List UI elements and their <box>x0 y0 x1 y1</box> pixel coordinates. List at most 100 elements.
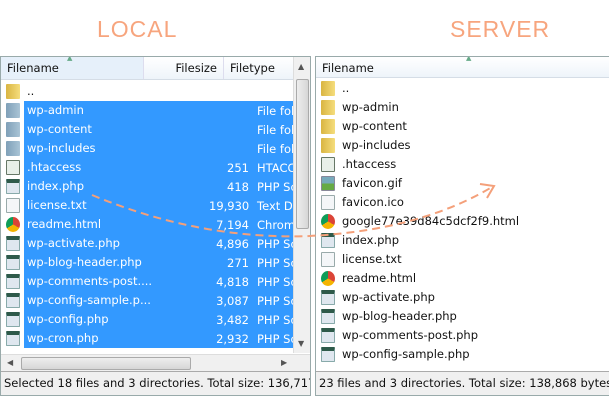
file-icon <box>6 198 20 213</box>
local-file-pane: ▲ Filename Filesize Filetype .. wp-admin Fi… <box>0 56 311 396</box>
file-row[interactable]: wp-admin File folder <box>1 101 310 120</box>
file-row[interactable]: license.txt <box>316 250 522 269</box>
row-cells: favicon.ico <box>339 193 407 212</box>
php-file-icon <box>321 233 335 248</box>
scroll-left-icon[interactable]: ◀ <box>7 358 13 367</box>
file-row[interactable]: wp-activate.php <box>316 288 522 307</box>
file-size: 3,087 <box>216 293 249 308</box>
file-row[interactable]: index.php 418 PHP Script <box>1 177 310 196</box>
local-status-bar: Selected 18 files and 3 directories. Tot… <box>1 371 310 395</box>
php-file-icon <box>6 331 20 346</box>
chrome-file-icon <box>321 214 335 229</box>
row-cells: license.txt <box>339 250 405 269</box>
file-row[interactable]: wp-config-sample.p... 3,087 PHP Script <box>1 291 310 310</box>
row-cells: wp-comments-post.php <box>339 326 481 345</box>
file-row[interactable]: wp-config-sample.php <box>316 345 522 364</box>
file-row[interactable]: wp-includes File folder <box>1 139 310 158</box>
scroll-right-icon[interactable]: ▶ <box>281 358 287 367</box>
image-file-icon <box>321 176 335 191</box>
file-name: wp-comments-post.... <box>27 274 153 288</box>
file-name: wp-config-sample.php <box>342 347 470 361</box>
local-column-header: ▲ Filename Filesize Filetype <box>1 57 310 80</box>
scroll-down-icon[interactable]: ▼ <box>298 339 304 348</box>
file-row[interactable]: .. <box>1 82 310 101</box>
file-name: wp-activate.php <box>342 290 435 304</box>
h-scroll-thumb[interactable] <box>21 357 191 370</box>
file-row[interactable]: wp-blog-header.php <box>316 307 522 326</box>
row-cells: .. <box>24 82 310 101</box>
file-row[interactable]: readme.html <box>316 269 522 288</box>
column-label: Filename <box>7 61 59 75</box>
file-size: 271 <box>227 255 249 270</box>
file-row[interactable]: .htaccess251HTACCESS <box>1 158 310 177</box>
row-cells: wp-admin <box>339 98 402 117</box>
file-name: wp-admin <box>342 100 399 114</box>
file-name: wp-config.php <box>27 312 109 326</box>
row-cells: wp-content <box>339 117 410 136</box>
file-icon <box>6 160 20 175</box>
file-name: .htaccess <box>27 160 82 174</box>
scroll-up-icon[interactable]: ▲ <box>298 62 304 71</box>
column-filename[interactable]: ▲ Filename <box>316 57 609 77</box>
php-file-icon <box>321 290 335 305</box>
file-row[interactable]: favicon.ico <box>316 193 522 212</box>
row-cells: wp-config-sample.php <box>339 345 473 364</box>
php-file-icon <box>321 347 335 362</box>
row-cells: wp-activate.php <box>339 288 438 307</box>
row-cells: index.php 418 PHP Script <box>24 177 310 196</box>
vertical-scrollbar[interactable]: ▲ ▼ <box>293 57 310 353</box>
column-filename[interactable]: ▲ Filename <box>1 57 144 79</box>
horizontal-scrollbar[interactable]: ◀ ▶ <box>1 354 310 371</box>
file-name: license.txt <box>342 252 402 266</box>
row-cells: favicon.gif <box>339 174 405 193</box>
file-row[interactable]: wp-admin <box>316 98 522 117</box>
file-row[interactable]: wp-config.php 3,482 PHP Script <box>1 310 310 329</box>
row-cells: wp-activate.php 4,896 PHP Script <box>24 234 310 253</box>
file-row[interactable]: wp-includes <box>316 136 522 155</box>
folder-icon <box>321 100 335 115</box>
file-row[interactable]: readme.html7,194Chrome HT <box>1 215 310 234</box>
file-name: favicon.ico <box>342 195 404 209</box>
folder-icon <box>321 138 335 153</box>
file-row[interactable]: favicon.gif <box>316 174 522 193</box>
file-row[interactable]: .. <box>316 79 522 98</box>
php-file-icon <box>6 274 20 289</box>
file-row[interactable]: google77e39d84c5dcf2f9.html <box>316 212 522 231</box>
file-name: wp-content <box>342 119 407 133</box>
row-cells: index.php <box>339 231 402 250</box>
file-row[interactable]: wp-comments-post.php <box>316 326 522 345</box>
server-column-header: ▲ Filename <box>316 57 609 78</box>
php-file-icon <box>6 255 20 270</box>
row-cells: wp-includes <box>339 136 414 155</box>
folder-icon <box>6 122 20 137</box>
php-file-icon <box>6 236 20 251</box>
file-name: wp-admin <box>27 103 84 117</box>
folder-icon <box>6 103 20 118</box>
row-cells: wp-blog-header.php 271 PHP Script <box>24 253 310 272</box>
file-row[interactable]: wp-activate.php 4,896 PHP Script <box>1 234 310 253</box>
file-row[interactable]: index.php <box>316 231 522 250</box>
column-filesize[interactable]: Filesize <box>144 57 224 79</box>
file-row[interactable]: wp-comments-post.... 4,818 PHP Script <box>1 272 310 291</box>
php-file-icon <box>6 293 20 308</box>
row-cells: wp-comments-post.... 4,818 PHP Script <box>24 272 310 291</box>
file-name: wp-blog-header.php <box>27 255 142 269</box>
file-row[interactable]: wp-blog-header.php 271 PHP Script <box>1 253 310 272</box>
file-size: 7,194 <box>216 217 249 232</box>
server-label: SERVER <box>450 16 551 42</box>
folder-icon <box>6 141 20 156</box>
file-size: 251 <box>227 160 249 175</box>
file-row[interactable]: wp-content <box>316 117 522 136</box>
local-label: LOCAL <box>97 16 178 42</box>
file-row[interactable]: .htaccess <box>316 155 522 174</box>
sort-up-icon: ▲ <box>67 56 73 62</box>
file-row[interactable]: license.txt19,930Text Docu... <box>1 196 310 215</box>
column-filetype[interactable]: Filetype <box>224 57 294 79</box>
file-row[interactable]: wp-content File folder <box>1 120 310 139</box>
file-name: .. <box>342 81 350 95</box>
scroll-thumb[interactable] <box>296 79 309 229</box>
file-row[interactable]: wp-cron.php 2,932 PHP Script <box>1 329 310 348</box>
folder-icon <box>321 81 335 96</box>
file-name: index.php <box>27 179 85 193</box>
row-cells: wp-config-sample.p... 3,087 PHP Script <box>24 291 310 310</box>
